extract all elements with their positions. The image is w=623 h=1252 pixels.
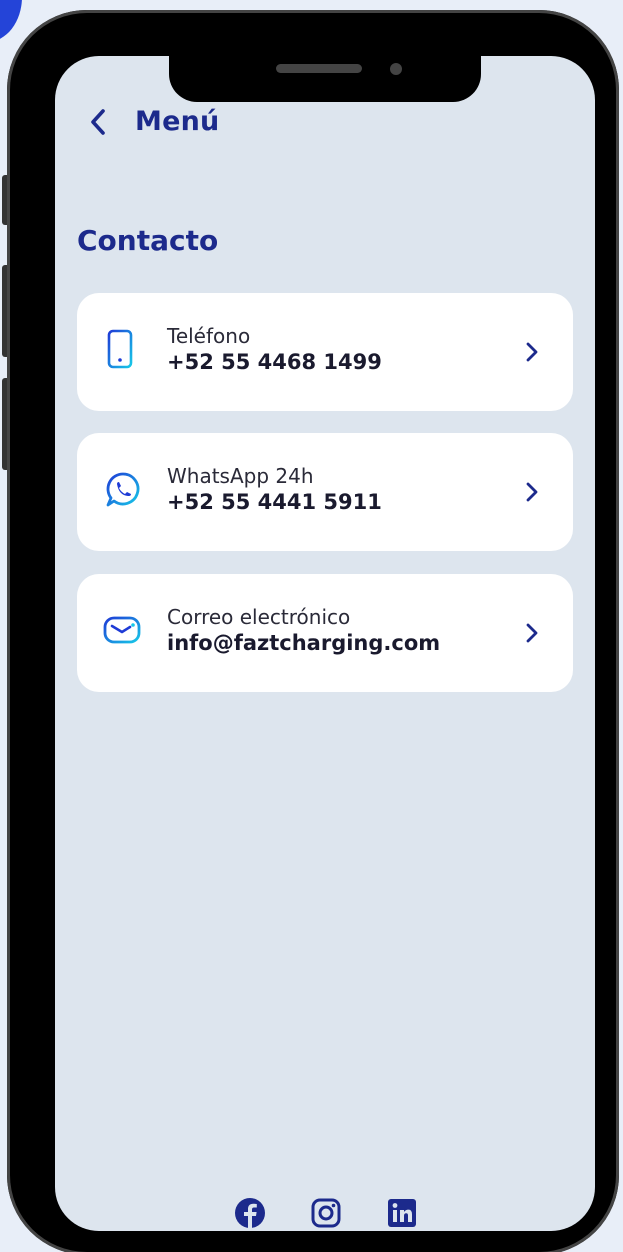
phone-notch	[169, 50, 481, 102]
chevron-right-icon	[525, 481, 539, 503]
phone-icon	[103, 329, 147, 373]
page: Menú Contacto Teléfono +52 55 4468 1499 …	[0, 0, 623, 1252]
linkedin-icon[interactable]	[385, 1196, 419, 1230]
contact-label: Correo electrónico	[167, 605, 351, 629]
contact-card-email[interactable]: Correo electrónico info@faztcharging.com	[77, 574, 573, 692]
contact-card-whatsapp[interactable]: WhatsApp 24h +52 55 4441 5911	[77, 433, 573, 551]
speaker-grille	[276, 64, 362, 73]
contact-card-phone[interactable]: Teléfono +52 55 4468 1499	[77, 293, 573, 411]
chevron-left-icon[interactable]	[89, 108, 107, 136]
contact-value: info@faztcharging.com	[167, 631, 441, 655]
facebook-icon[interactable]	[233, 1196, 267, 1230]
chevron-right-icon	[525, 622, 539, 644]
front-camera	[390, 63, 402, 75]
section-title: Contacto	[77, 224, 219, 257]
contact-label: Teléfono	[167, 324, 251, 348]
back-navigation[interactable]: Menú	[89, 106, 219, 137]
contact-value: +52 55 4468 1499	[167, 350, 382, 374]
mail-icon	[103, 610, 147, 654]
contact-card-text: Correo electrónico info@faztcharging.com	[167, 605, 440, 657]
phone-screen: Menú Contacto Teléfono +52 55 4468 1499 …	[55, 56, 595, 1231]
page-title: Menú	[135, 106, 220, 137]
contact-card-text: Teléfono +52 55 4468 1499	[167, 324, 382, 376]
contact-value: +52 55 4441 5911	[167, 490, 382, 514]
social-links	[233, 1196, 419, 1230]
contact-label: WhatsApp 24h	[167, 464, 314, 488]
chevron-right-icon	[525, 341, 539, 363]
contact-card-text: WhatsApp 24h +52 55 4441 5911	[167, 464, 382, 516]
instagram-icon[interactable]	[309, 1196, 343, 1230]
phone-frame: Menú Contacto Teléfono +52 55 4468 1499 …	[7, 10, 619, 1252]
corner-decoration	[0, 0, 22, 42]
whatsapp-icon	[103, 469, 147, 513]
